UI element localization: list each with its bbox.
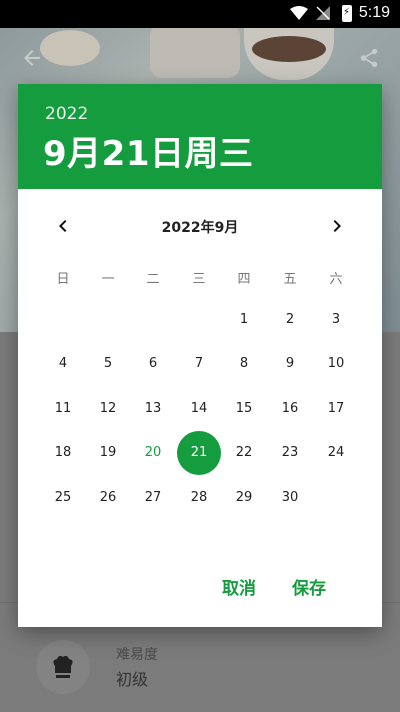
calendar-day[interactable]: 16 <box>268 387 312 431</box>
calendar-day[interactable]: 28 <box>177 476 221 520</box>
back-arrow-icon[interactable] <box>20 46 44 70</box>
calendar-day[interactable]: 19 <box>86 431 130 475</box>
calendar-day[interactable]: 3 <box>314 298 358 342</box>
weekday-row: 日一二三四五六 <box>18 268 382 288</box>
calendar-day[interactable]: 14 <box>177 387 221 431</box>
weekday-label: 一 <box>101 272 115 287</box>
calendar-day[interactable]: 22 <box>222 431 266 475</box>
calendar-day[interactable]: 27 <box>131 476 175 520</box>
battery-charging-icon: ⚡ <box>342 5 352 22</box>
calendar-day[interactable]: 24 <box>314 431 358 475</box>
chevron-right-icon[interactable] <box>325 214 349 238</box>
weekday-label: 三 <box>192 272 206 287</box>
calendar-day[interactable]: 8 <box>222 342 266 386</box>
calendar-day[interactable]: 4 <box>41 342 85 386</box>
save-button[interactable]: 保存 <box>292 574 326 599</box>
calendar-day[interactable]: 10 <box>314 342 358 386</box>
clock: 5:19 <box>358 4 390 21</box>
dialog-actions: 取消 保存 <box>18 574 382 608</box>
calendar-day[interactable]: 23 <box>268 431 312 475</box>
no-signal-icon <box>316 6 330 20</box>
status-bar: ⚡ 5:19 <box>0 0 400 28</box>
difficulty-label: 难易度 <box>116 647 158 663</box>
calendar-day[interactable]: 29 <box>222 476 266 520</box>
calendar-day[interactable]: 30 <box>268 476 312 520</box>
header-selected-date: 9月21日周三 <box>43 134 254 174</box>
weekday-label: 日 <box>56 272 70 287</box>
header-year[interactable]: 2022 <box>45 104 88 124</box>
calendar-day[interactable]: 26 <box>86 476 130 520</box>
share-icon[interactable] <box>358 46 380 70</box>
date-picker-header: 2022 9月21日周三 <box>18 84 382 189</box>
selected-day[interactable]: 21 <box>177 431 221 476</box>
calendar-day[interactable]: 18 <box>41 431 85 475</box>
calendar-day[interactable]: 1 <box>222 298 266 342</box>
calendar-day[interactable]: 5 <box>86 342 130 386</box>
wifi-icon <box>290 6 308 20</box>
calendar-day[interactable]: 2 <box>268 298 312 342</box>
chef-hat-icon <box>36 640 90 694</box>
weekday-label: 二 <box>146 272 160 287</box>
cancel-button[interactable]: 取消 <box>222 574 256 599</box>
calendar-day[interactable]: 9 <box>268 342 312 386</box>
calendar-day[interactable]: 12 <box>86 387 130 431</box>
calendar-day[interactable]: 25 <box>41 476 85 520</box>
difficulty-value: 初级 <box>116 670 149 689</box>
calendar-day[interactable]: 11 <box>41 387 85 431</box>
calendar-day[interactable]: 15 <box>222 387 266 431</box>
weekday-label: 六 <box>329 272 343 287</box>
calendar-day[interactable]: 7 <box>177 342 221 386</box>
date-picker-dialog: 2022 9月21日周三 2022年9月 日一二三四五六 1 2 3 4 5 6 7 8 9 10… <box>18 84 382 627</box>
calendar-day[interactable]: 6 <box>131 342 175 386</box>
calendar-day[interactable]: 20 <box>131 431 175 475</box>
calendar-day[interactable]: 13 <box>131 387 175 431</box>
weekday-label: 五 <box>283 272 297 287</box>
weekday-label: 四 <box>237 272 251 287</box>
calendar-day[interactable]: 17 <box>314 387 358 431</box>
